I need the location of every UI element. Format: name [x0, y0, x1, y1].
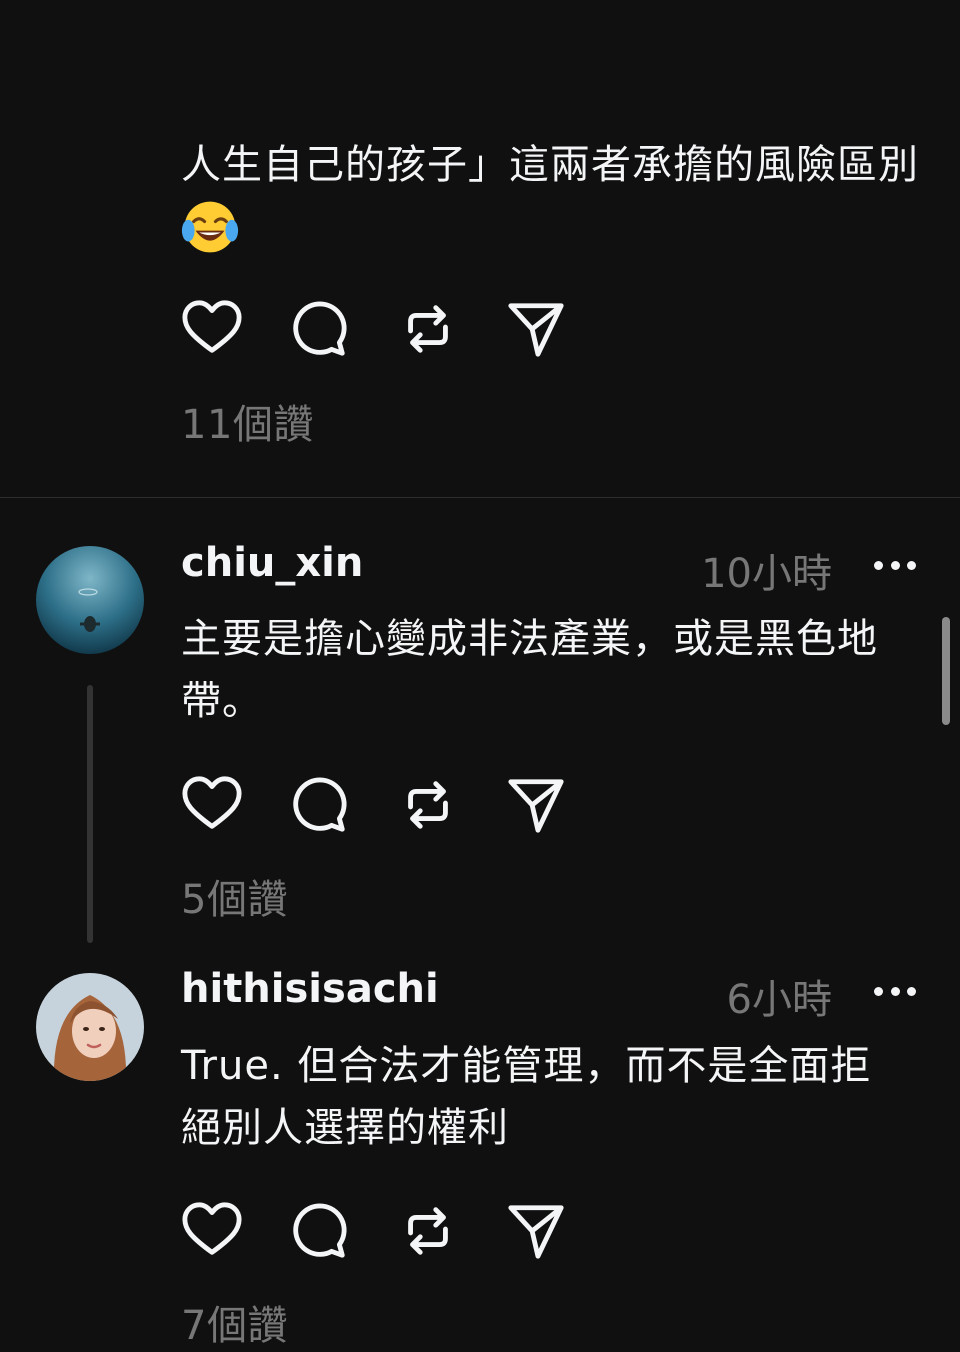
divider — [0, 497, 960, 498]
scrollbar[interactable] — [942, 617, 950, 725]
reply-text: True. 但合法才能管理，而不是全面拒絕別人選擇的權利 — [181, 1043, 872, 1151]
more-icon[interactable] — [874, 987, 916, 999]
avatar[interactable] — [36, 973, 144, 1081]
repost-icon[interactable] — [397, 1200, 459, 1262]
like-count[interactable]: 11個讚 — [181, 392, 314, 450]
timestamp: 6小時 — [726, 977, 832, 1023]
heart-icon[interactable] — [181, 1200, 243, 1262]
heart-icon[interactable] — [181, 298, 243, 360]
reply-text: 主要是擔心變成非法產業，或是黑色地帶。 — [181, 616, 878, 724]
username[interactable]: chiu_xin — [181, 540, 363, 586]
reply-actions — [181, 1201, 567, 1261]
avatar[interactable] — [36, 546, 144, 654]
comment-icon[interactable] — [289, 1200, 351, 1262]
comment-icon[interactable] — [289, 774, 351, 836]
like-count[interactable]: 7個讚 — [181, 1293, 288, 1351]
username[interactable]: hithisisachi — [181, 966, 439, 1012]
comment-icon[interactable] — [289, 298, 351, 360]
share-icon[interactable] — [505, 774, 567, 836]
reply-actions — [181, 775, 567, 835]
post-text: 人生自己的孩子」這兩者承擔的風險區別而已，用不著上升到全體人類都不該生育的論點，… — [181, 142, 919, 188]
share-icon[interactable] — [505, 298, 567, 360]
like-count[interactable]: 5個讚 — [181, 867, 288, 925]
post-actions — [181, 299, 567, 359]
thread-line — [87, 685, 93, 943]
tears-of-joy-emoji-icon — [181, 198, 239, 256]
repost-icon[interactable] — [397, 774, 459, 836]
repost-icon[interactable] — [397, 298, 459, 360]
share-icon[interactable] — [505, 1200, 567, 1262]
heart-icon[interactable] — [181, 774, 243, 836]
more-icon[interactable] — [874, 561, 916, 573]
timestamp: 10小時 — [701, 551, 832, 597]
